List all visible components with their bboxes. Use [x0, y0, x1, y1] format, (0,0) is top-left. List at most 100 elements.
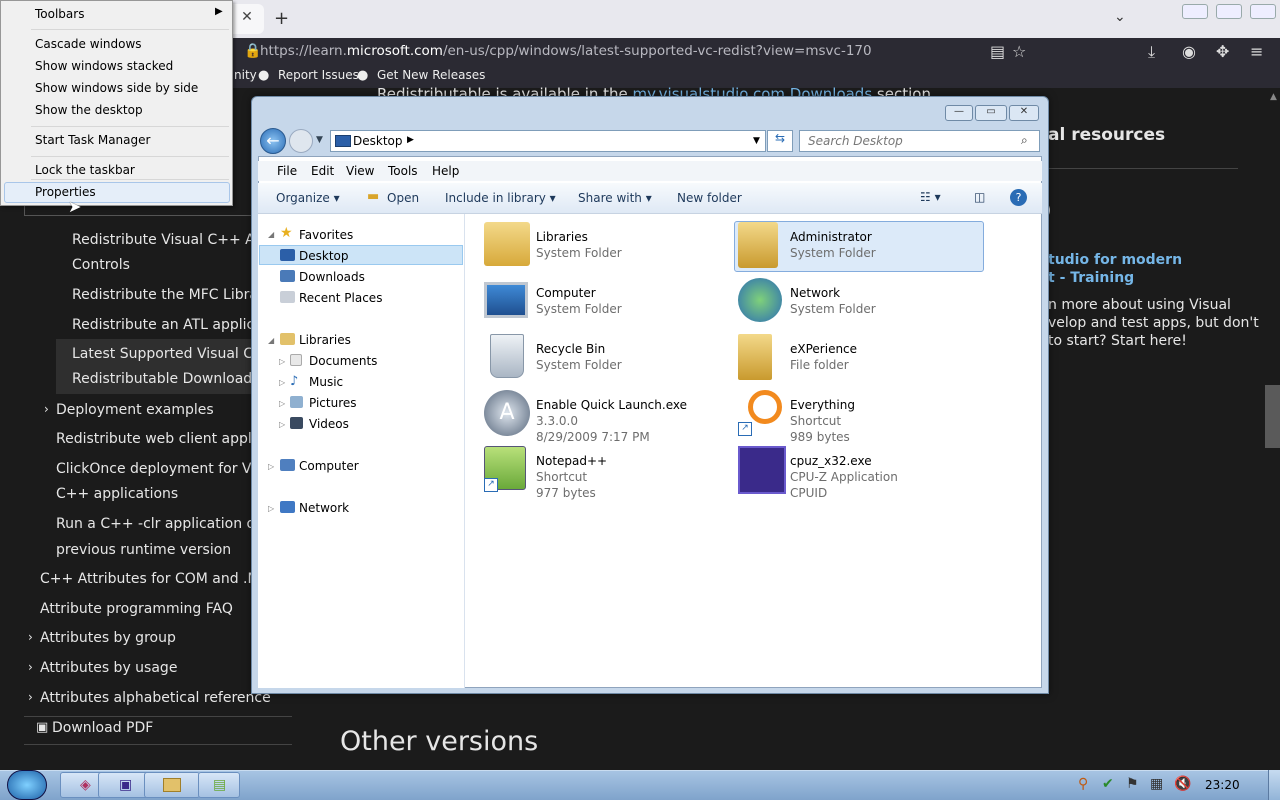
menu-item-stacked[interactable]: Show windows stacked	[35, 59, 173, 73]
sidebar-item-attr-usage[interactable]: Attributes by usage	[40, 656, 177, 681]
expand-triangle-icon[interactable]: ▷	[268, 462, 274, 471]
scroll-up-icon[interactable]: ▲	[1270, 92, 1277, 102]
sidebar-item-mfc[interactable]: Redistribute the MFC Library	[72, 283, 272, 308]
resource-link-2[interactable]: t - Training	[1048, 270, 1134, 286]
help-icon[interactable]: ?	[1010, 189, 1027, 206]
item-experience[interactable]: eXPerience File folder	[738, 334, 978, 386]
view-options-icon[interactable]: ☷ ▾	[920, 190, 941, 204]
new-tab-icon[interactable]: +	[274, 8, 289, 29]
url-bar[interactable]: https://learn.microsoft.com/en-us/cpp/wi…	[240, 41, 1030, 63]
item-computer[interactable]: Computer System Folder	[484, 278, 724, 330]
address-dropdown-icon[interactable]: ▼	[753, 136, 760, 146]
forward-arrow-icon[interactable]	[289, 129, 313, 153]
menu-item-lock-taskbar[interactable]: Lock the taskbar	[35, 163, 135, 177]
sidebar-item-latest-redist[interactable]: Latest Supported Visual C++	[72, 342, 277, 367]
item-cpuz[interactable]: cpuz_x32.exe CPU-Z Application CPUID	[738, 446, 978, 500]
taskbar-clock[interactable]: 23:20	[1205, 778, 1240, 792]
item-notepad-plus-plus[interactable]: ↗ Notepad++ Shortcut 977 bytes	[484, 446, 724, 500]
bookmark-community[interactable]: nity	[234, 68, 257, 82]
breadcrumb-arrow-icon[interactable]: ▶	[407, 135, 414, 145]
bookmark-report-issues[interactable]: Report Issues	[278, 68, 359, 82]
menu-item-task-manager[interactable]: Start Task Manager	[35, 133, 150, 147]
menu-tools[interactable]: Tools	[388, 164, 418, 178]
expand-triangle-icon[interactable]: ▷	[279, 399, 285, 408]
close-button[interactable]	[1250, 4, 1276, 19]
item-administrator[interactable]: Administrator System Folder	[738, 222, 978, 274]
sidebar-item-activex[interactable]: Redistribute Visual C++ Activ	[72, 228, 280, 253]
item-enable-quick-launch[interactable]: A Enable Quick Launch.exe 3.3.0.0 8/29/200…	[484, 390, 724, 444]
menu-item-cascade[interactable]: Cascade windows	[35, 37, 142, 51]
resource-link[interactable]: tudio for modern	[1048, 252, 1182, 268]
sidebar-item-attribute-faq[interactable]: Attribute programming FAQ	[40, 597, 233, 622]
restore-button[interactable]	[1216, 4, 1242, 19]
item-libraries[interactable]: Libraries System Folder	[484, 222, 724, 274]
sidebar-item-run-clr[interactable]: Run a C++ -clr application on a	[56, 512, 277, 537]
expand-triangle-icon[interactable]: ◢	[268, 230, 274, 239]
nav-libraries[interactable]: Libraries	[299, 333, 351, 347]
minimize-button[interactable]	[1182, 4, 1208, 19]
expand-triangle-icon[interactable]: ◢	[268, 336, 274, 345]
explorer-minimize-button[interactable]: —	[945, 105, 973, 121]
menu-file[interactable]: File	[277, 164, 297, 178]
explorer-close-button[interactable]: ✕	[1009, 105, 1039, 121]
nav-pictures[interactable]: Pictures	[309, 396, 357, 410]
tab-list-chevron-icon[interactable]: ⌄	[1114, 9, 1126, 25]
nav-network[interactable]: Network	[299, 501, 349, 515]
account-icon[interactable]: ◉	[1182, 42, 1196, 61]
page-scrollbar-thumb[interactable]	[1265, 385, 1280, 448]
expand-triangle-icon[interactable]: ▷	[279, 420, 285, 429]
downloads-icon[interactable]: ⤓	[1148, 42, 1155, 62]
extensions-icon[interactable]: ✥	[1216, 42, 1229, 61]
start-button-icon[interactable]	[7, 770, 47, 800]
bookmark-get-new-releases[interactable]: Get New Releases	[377, 68, 485, 82]
new-folder-button[interactable]: New folder	[677, 191, 742, 205]
sidebar-item-attr-group[interactable]: Attributes by group	[40, 626, 176, 651]
everything-tray-icon[interactable]: ⚲	[1078, 776, 1088, 792]
include-library-button[interactable]: Include in library ▾	[445, 191, 556, 205]
item-everything[interactable]: ↗ Everything Shortcut 989 bytes	[738, 390, 978, 444]
open-button[interactable]: Open	[387, 191, 419, 205]
download-pdf-link[interactable]: Download PDF	[52, 720, 153, 736]
preview-pane-icon[interactable]: ◫	[974, 190, 985, 204]
item-network[interactable]: Network System Folder	[738, 278, 978, 330]
sidebar-item-atl[interactable]: Redistribute an ATL applicatio	[72, 313, 281, 338]
action-center-flag-icon[interactable]: ⚑	[1126, 776, 1139, 792]
nav-documents[interactable]: Documents	[309, 354, 377, 368]
sidebar-item-clickonce[interactable]: ClickOnce deployment for Visua	[56, 457, 280, 482]
organize-button[interactable]: Organize ▾	[276, 191, 340, 205]
show-desktop-button[interactable]	[1268, 770, 1280, 800]
tab-close-icon[interactable]: ✕	[238, 9, 256, 25]
address-bar[interactable]: Desktop ▶ ▼	[330, 130, 766, 152]
menu-edit[interactable]: Edit	[311, 164, 334, 178]
sidebar-item-deployment-examples[interactable]: Deployment examples	[56, 398, 214, 423]
sidebar-item-attributes-com[interactable]: C++ Attributes for COM and .NET	[40, 567, 275, 592]
nav-downloads[interactable]: Downloads	[299, 270, 365, 284]
volume-muted-icon[interactable]: 🔇	[1174, 776, 1191, 792]
nav-desktop[interactable]: Desktop	[299, 249, 349, 263]
taskbar-notepad-button[interactable]: ▤	[198, 772, 240, 798]
menu-item-side-by-side[interactable]: Show windows side by side	[35, 81, 198, 95]
nav-favorites[interactable]: Favorites	[299, 228, 353, 242]
nav-videos[interactable]: Videos	[309, 417, 349, 431]
expand-triangle-icon[interactable]: ▷	[279, 357, 285, 366]
bookmark-star-icon[interactable]: ☆	[1012, 42, 1026, 61]
history-chevron-icon[interactable]: ▼	[316, 135, 323, 145]
refresh-icon[interactable]: ⇆	[767, 130, 793, 152]
expand-triangle-icon[interactable]: ▷	[268, 504, 274, 513]
search-input[interactable]: Search Desktop	[799, 130, 1040, 152]
explorer-maximize-button[interactable]: ▭	[975, 105, 1007, 121]
expand-triangle-icon[interactable]: ▷	[279, 378, 285, 387]
network-tray-icon[interactable]: ▦	[1150, 776, 1163, 792]
menu-view[interactable]: View	[346, 164, 374, 178]
menu-icon[interactable]: ≡	[1250, 42, 1263, 61]
sidebar-item-attr-alpha[interactable]: Attributes alphabetical reference	[40, 686, 271, 711]
menu-item-show-desktop[interactable]: Show the desktop	[35, 103, 143, 117]
menu-item-properties[interactable]: Properties	[35, 185, 96, 199]
nav-computer[interactable]: Computer	[299, 459, 359, 473]
taskbar-explorer-button[interactable]	[144, 772, 200, 798]
menu-item-toolbars[interactable]: Toolbars	[35, 7, 84, 21]
nav-recent-places[interactable]: Recent Places	[299, 291, 382, 305]
tray-shield-icon[interactable]: ✔	[1102, 776, 1114, 792]
menu-help[interactable]: Help	[432, 164, 459, 178]
nav-music[interactable]: Music	[309, 375, 343, 389]
